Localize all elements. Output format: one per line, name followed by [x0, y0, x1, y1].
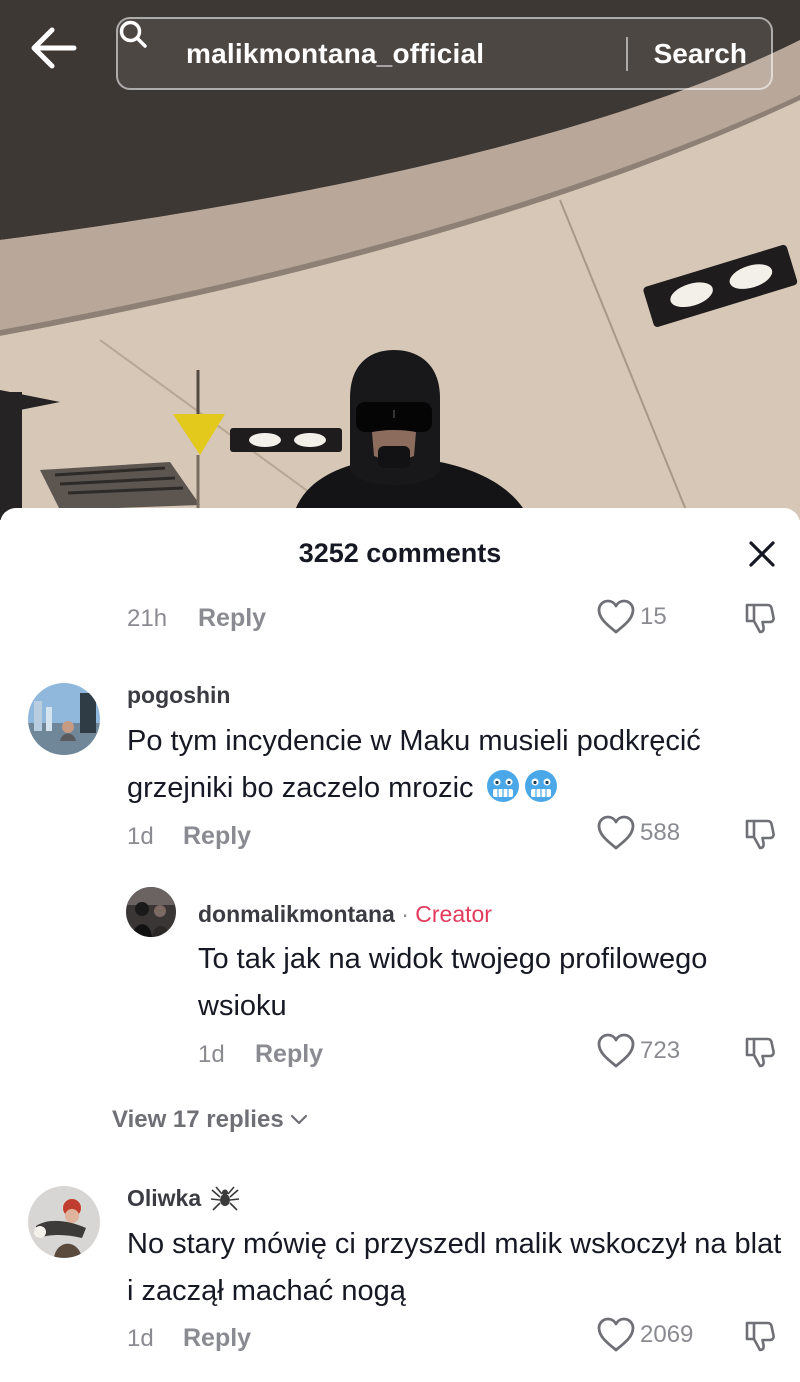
like-count: 588: [640, 819, 681, 846]
avatar-image: [126, 887, 176, 937]
search-submit-button[interactable]: Search: [628, 38, 771, 70]
comment-text-body: Po tym incydencie w Maku musieli podkręc…: [127, 725, 701, 804]
thumbs-down-icon: [745, 603, 775, 634]
reply-dislike-button[interactable]: [740, 1032, 780, 1072]
spider-emoji: [210, 1186, 239, 1211]
comment-dislike-button[interactable]: [740, 814, 780, 854]
comment-time: 1d: [127, 1325, 154, 1352]
chevron-down-icon: [290, 1114, 307, 1125]
creator-separator: ·: [401, 901, 409, 927]
previous-comment-dislike-button[interactable]: [740, 598, 780, 638]
like-count: 723: [640, 1037, 681, 1064]
back-button[interactable]: [30, 26, 86, 82]
search-input[interactable]: malikmontana_official: [186, 38, 626, 70]
creator-badge: Creator: [415, 901, 492, 927]
previous-comment-time: 21h: [127, 605, 168, 632]
comment-username[interactable]: Oliwka: [127, 1185, 201, 1211]
avatar-image: [28, 683, 100, 755]
comments-count-title: 3252 comments: [298, 538, 502, 568]
heart-outline-icon: [597, 1033, 635, 1068]
comment-time: 1d: [127, 823, 154, 850]
comment-reply-button[interactable]: Reply: [183, 1324, 251, 1353]
reply-username[interactable]: donmalikmontana: [198, 901, 395, 927]
like-count: 2069: [640, 1321, 694, 1348]
heart-outline-icon: [597, 815, 635, 850]
heart-outline-icon: [597, 1317, 635, 1352]
video-preview[interactable]: malikmontana_official Search: [0, 0, 800, 520]
like-count: 15: [640, 603, 667, 630]
search-bar[interactable]: malikmontana_official Search: [116, 17, 773, 90]
comment-username-row: Oliwka: [127, 1185, 240, 1212]
heart-outline-icon: [597, 599, 635, 634]
cold-face-emoji: [486, 770, 519, 802]
thumbs-down-icon: [745, 1037, 775, 1068]
arrow-left-icon: [31, 27, 77, 69]
comment-like-button[interactable]: 588: [596, 814, 680, 852]
comment-text: Po tym incydencie w Maku musieli podkręc…: [127, 718, 777, 812]
previous-comment-like-button[interactable]: 15: [596, 598, 667, 636]
view-replies-button[interactable]: View 17 replies: [112, 1106, 308, 1134]
previous-comment-reply-button[interactable]: Reply: [198, 604, 266, 633]
view-replies-label: View 17 replies: [112, 1106, 284, 1133]
cold-face-emoji: [524, 770, 557, 802]
comment-username[interactable]: pogoshin: [127, 682, 230, 709]
close-button[interactable]: [740, 532, 784, 576]
comment-like-button[interactable]: 2069: [596, 1316, 693, 1354]
reply-reply-button[interactable]: Reply: [255, 1040, 323, 1069]
reply-text: To tak jak na widok twojego profilowego …: [198, 943, 708, 1022]
reply-username-row: donmalikmontana · Creator: [198, 901, 492, 928]
avatar[interactable]: [126, 887, 176, 937]
reply-time: 1d: [198, 1041, 225, 1068]
avatar-image: [28, 1186, 100, 1258]
thumbs-down-icon: [745, 1321, 775, 1352]
close-icon: [749, 541, 775, 567]
avatar[interactable]: [28, 1186, 100, 1258]
comment-reply-button[interactable]: Reply: [183, 822, 251, 851]
comment-dislike-button[interactable]: [740, 1316, 780, 1356]
comments-sheet: 3252 comments 21h Reply 15 pogoshin Po t…: [0, 508, 800, 1382]
thumbs-down-icon: [745, 819, 775, 850]
comment-text: No stary mówię ci przyszedl malik wskocz…: [127, 1228, 782, 1307]
reply-like-button[interactable]: 723: [596, 1032, 680, 1070]
avatar[interactable]: [28, 683, 100, 755]
